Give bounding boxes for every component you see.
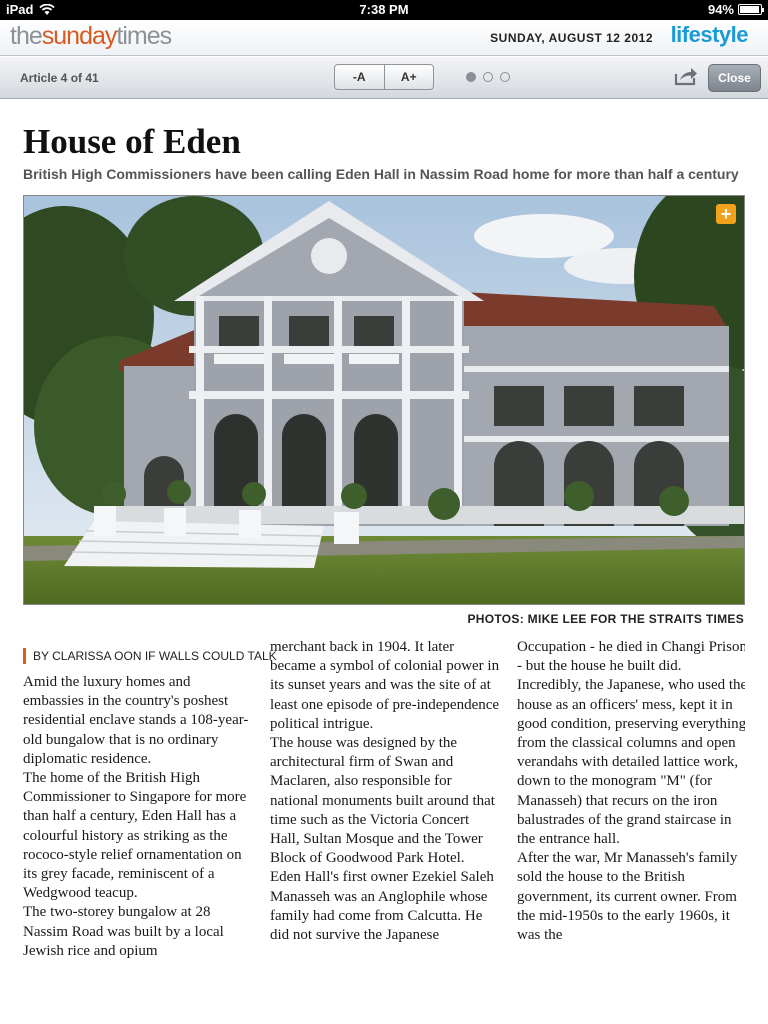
newspaper-logo: thesundaytimes bbox=[10, 22, 172, 50]
expand-plus-icon[interactable]: + bbox=[716, 204, 736, 224]
article-headline: House of Eden bbox=[23, 122, 241, 161]
decrease-font-button[interactable]: -A bbox=[335, 65, 384, 89]
article-subhead: British High Commissioners have been cal… bbox=[23, 166, 739, 182]
status-bar: iPad 7:38 PM 94% bbox=[0, 0, 768, 20]
article-counter: Article 4 of 41 bbox=[20, 71, 99, 85]
article-body: BY CLARISSA OON IF WALLS COULD TALK Amid… bbox=[23, 638, 745, 1008]
paragraph: The house was designed by the architectu… bbox=[270, 735, 495, 867]
section-title: lifestyle bbox=[670, 22, 749, 47]
increase-font-button[interactable]: A+ bbox=[383, 65, 434, 89]
photo-credit: PHOTOS: MIKE LEE FOR THE STRAITS TIMES bbox=[467, 612, 744, 626]
page-indicator[interactable] bbox=[466, 72, 510, 82]
paragraph: Incredibly, the Japanese, who used the h… bbox=[517, 677, 745, 848]
paragraph: The home of the British High Commissione… bbox=[23, 770, 247, 902]
clock: 7:38 PM bbox=[359, 2, 409, 17]
close-button[interactable]: Close bbox=[708, 64, 761, 92]
masthead: thesundaytimes SUNDAY, AUGUST 12 2012 li… bbox=[0, 20, 768, 56]
paragraph: Occupation - he died in Changi Prison - … bbox=[517, 639, 745, 675]
house-illustration bbox=[24, 196, 744, 604]
reader-toolbar: Article 4 of 41 -A A+ Close bbox=[0, 57, 768, 99]
share-icon[interactable] bbox=[674, 66, 698, 86]
article-column-2: merchant back in 1904. It later became a… bbox=[270, 638, 502, 945]
paragraph: Eden Hall's first owner Ezekiel Saleh Ma… bbox=[270, 869, 494, 944]
paragraph: After the war, Mr Manasseh's family sold… bbox=[517, 850, 738, 944]
article-column-1: BY CLARISSA OON IF WALLS COULD TALK Amid… bbox=[23, 648, 277, 961]
page-dot[interactable] bbox=[483, 72, 493, 82]
article-photo[interactable]: + bbox=[23, 195, 745, 605]
issue-date: SUNDAY, AUGUST 12 2012 bbox=[490, 31, 653, 45]
page-dot[interactable] bbox=[466, 72, 476, 82]
byline: BY CLARISSA OON IF WALLS COULD TALK bbox=[23, 648, 277, 664]
font-size-control: -A A+ bbox=[334, 64, 434, 90]
battery-icon bbox=[738, 4, 764, 15]
paragraph: The two-storey bungalow at 28 Nassim Roa… bbox=[23, 904, 224, 959]
paragraph: Amid the luxury homes and embassies in t… bbox=[23, 674, 249, 767]
article-column-3: Occupation - he died in Changi Prison - … bbox=[517, 638, 745, 945]
battery-percent: 94% bbox=[707, 2, 734, 17]
paragraph: merchant back in 1904. It later became a… bbox=[270, 639, 500, 732]
page-dot[interactable] bbox=[500, 72, 510, 82]
